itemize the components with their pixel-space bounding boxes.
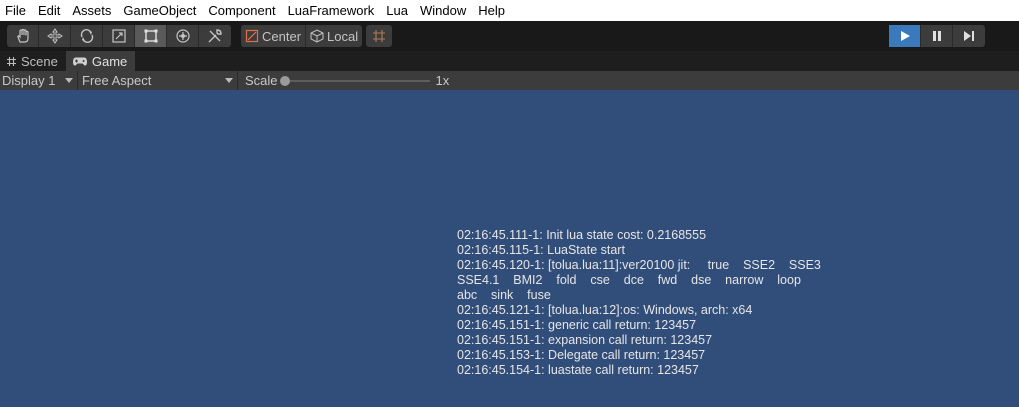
scale-icon	[111, 29, 126, 43]
pivot-controls: Center Local	[241, 25, 363, 47]
game-viewport[interactable]: 02:16:45.111-1: Init lua state cost: 0.2…	[0, 90, 1019, 407]
game-view-toolbar: Display 1 Free Aspect Scale 1x	[0, 71, 1019, 90]
pivot-local-button[interactable]: Local	[306, 25, 362, 47]
menu-component[interactable]: Component	[202, 0, 281, 21]
view-tabs: Scene Game	[0, 51, 1019, 71]
transform-icon	[175, 29, 190, 43]
cube-icon	[310, 29, 324, 43]
scale-label: Scale	[245, 73, 278, 88]
playback-controls	[889, 25, 985, 47]
rotate-icon	[80, 29, 93, 43]
log-line: 02:16:45.115-1: LuaState start	[457, 243, 625, 257]
pause-button[interactable]	[921, 25, 953, 47]
tab-scene-label: Scene	[21, 53, 58, 69]
step-button[interactable]	[953, 25, 985, 47]
step-icon	[964, 31, 974, 41]
pivot-center-button[interactable]: Center	[241, 25, 307, 47]
chevron-down-icon	[225, 78, 233, 83]
debug-log: 02:16:45.111-1: Init lua state cost: 0.2…	[457, 228, 857, 378]
transform-tool-button[interactable]	[167, 25, 199, 47]
chevron-down-icon	[65, 78, 73, 83]
aspect-dropdown-value: Free Aspect	[82, 73, 152, 88]
hand-tool-button[interactable]	[7, 25, 39, 47]
hand-icon	[16, 28, 29, 43]
scale-slider-track	[283, 79, 430, 82]
menu-lua[interactable]: Lua	[380, 0, 414, 21]
play-icon	[900, 31, 910, 41]
menu-luaframework[interactable]: LuaFramework	[282, 0, 381, 21]
display-dropdown-value: Display 1	[2, 73, 56, 88]
menu-gameobject[interactable]: GameObject	[117, 0, 202, 21]
menu-file[interactable]: File	[0, 0, 32, 21]
pause-icon	[932, 31, 941, 41]
menu-edit[interactable]: Edit	[32, 0, 66, 21]
toolbar: Center Local	[0, 21, 1019, 51]
log-line: 02:16:45.121-1: [tolua.lua:12]:os: Windo…	[457, 303, 753, 317]
pivot-local-label: Local	[327, 28, 359, 44]
log-line: 02:16:45.111-1: Init lua state cost: 0.2…	[457, 228, 707, 242]
move-tool-button[interactable]	[39, 25, 71, 47]
scale-value: 1x	[435, 73, 450, 88]
rect-tool-button[interactable]	[135, 25, 167, 47]
menu-bar: File Edit Assets GameObject Component Lu…	[0, 0, 1019, 21]
log-line: abc sink fuse	[457, 288, 551, 302]
rect-icon	[144, 29, 157, 43]
play-button[interactable]	[889, 25, 921, 47]
log-line: 02:16:45.154-1: luastate call return: 12…	[457, 363, 699, 377]
log-line: 02:16:45.120-1: [tolua.lua:11]:ver20100 …	[457, 258, 821, 272]
grid-snap-button[interactable]	[366, 25, 393, 47]
tab-game[interactable]: Game	[65, 51, 136, 71]
scale-tool-button[interactable]	[103, 25, 135, 47]
log-line: SSE4.1 BMI2 fold cse dce fwd dse narrow …	[457, 273, 801, 287]
log-line: 02:16:45.151-1: generic call return: 123…	[457, 318, 697, 332]
scale-slider-thumb[interactable]	[279, 75, 290, 86]
log-line: 02:16:45.151-1: expansion call return: 1…	[457, 333, 713, 347]
menu-window[interactable]: Window	[414, 0, 472, 21]
custom-tool-button[interactable]	[199, 25, 231, 47]
scale-slider[interactable]	[279, 75, 430, 87]
scale-control: Scale 1x	[245, 73, 449, 88]
custom-tool-icon	[208, 29, 222, 43]
tab-game-label: Game	[91, 53, 128, 69]
aspect-dropdown[interactable]: Free Aspect	[78, 71, 238, 90]
move-icon	[46, 28, 63, 44]
display-dropdown[interactable]: Display 1	[0, 71, 78, 90]
pivot-center-icon	[245, 29, 259, 43]
log-line: 02:16:45.153-1: Delegate call return: 12…	[457, 348, 706, 362]
rotate-tool-button[interactable]	[71, 25, 103, 47]
pivot-center-label: Center	[262, 28, 302, 44]
hash-icon	[7, 56, 16, 66]
gamepad-icon	[72, 57, 87, 66]
grid-snap-icon	[373, 30, 386, 42]
menu-assets[interactable]: Assets	[66, 0, 117, 21]
transform-tools	[7, 25, 231, 47]
tab-scene[interactable]: Scene	[0, 51, 66, 71]
menu-help[interactable]: Help	[472, 0, 511, 21]
